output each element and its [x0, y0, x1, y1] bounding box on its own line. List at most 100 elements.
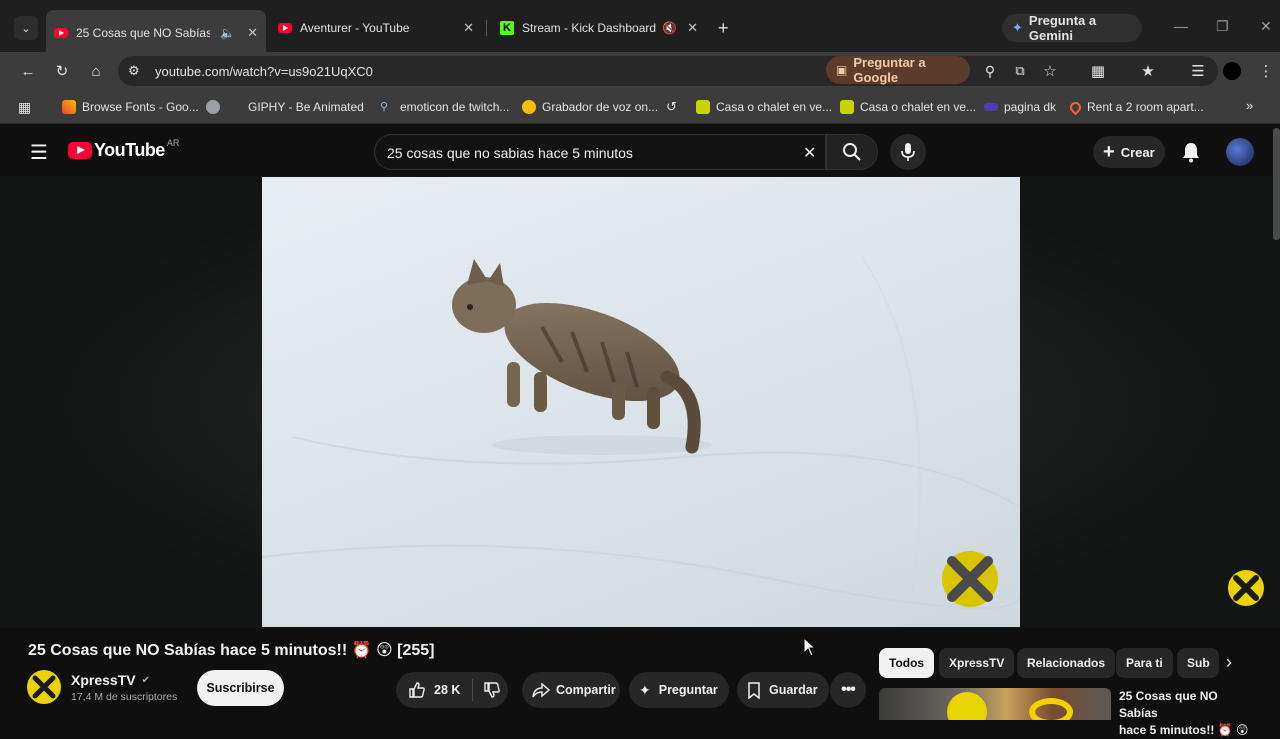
youtube-favicon-icon: [278, 23, 292, 33]
bookmark-item[interactable]: Browse Fonts - Goo...: [62, 100, 199, 114]
gemini-button[interactable]: ✦ Pregunta a Gemini: [1002, 13, 1142, 43]
voice-search-button[interactable]: [890, 134, 926, 170]
channel-name-row[interactable]: XpressTV ✔: [71, 672, 150, 688]
youtube-header: ☰ YouTube AR 25 cosas que no sabias hace…: [0, 128, 1280, 176]
save-button[interactable]: Guardar: [737, 672, 829, 708]
thumbs-down-icon: [484, 682, 501, 698]
dk-icon: [984, 103, 998, 111]
muted-speaker-icon[interactable]: 🔇: [662, 21, 677, 35]
tab-search-button[interactable]: ⌄: [14, 16, 38, 40]
bookmark-label: Rent a 2 room apart...: [1087, 100, 1204, 114]
ask-label: Preguntar: [658, 683, 718, 697]
chip-sub[interactable]: Sub: [1177, 648, 1219, 678]
menu-icon[interactable]: ⋮: [1256, 61, 1276, 81]
globe-icon: [206, 100, 220, 114]
more-actions-button[interactable]: •••: [830, 672, 866, 708]
tab-youtube-video[interactable]: 25 Cosas que NO Sabías ha 🔈 ✕: [46, 10, 266, 56]
close-tab-icon[interactable]: ✕: [687, 20, 698, 36]
clear-search-icon[interactable]: ✕: [803, 143, 816, 163]
channel-avatar[interactable]: [27, 670, 61, 704]
share-button[interactable]: Compartir: [522, 672, 620, 708]
apps-icon[interactable]: ▦: [18, 99, 31, 116]
bookmark-item[interactable]: ⚲ emoticon de twitch...: [380, 100, 509, 114]
kick-favicon-icon: K: [500, 21, 514, 35]
youtube-play-icon: [68, 142, 92, 159]
media-controls-icon[interactable]: ☰: [1188, 61, 1208, 81]
voice-recorder-icon: [522, 100, 536, 114]
install-app-icon[interactable]: ⧉: [1010, 61, 1030, 81]
browser-toolbar: ← ↻ ⌂ ⚙ youtube.com/watch?v=us9o21UqXC0 …: [0, 52, 1280, 90]
video-title: 25 Cosas que NO Sabías hace 5 minutos!! …: [28, 642, 435, 659]
video-player[interactable]: [262, 177, 1020, 627]
minimize-icon[interactable]: —: [1174, 18, 1188, 34]
new-tab-button[interactable]: +: [718, 18, 729, 39]
bookmark-item[interactable]: GIPHY - Be Animated: [206, 100, 364, 114]
channel-name: XpressTV: [71, 672, 136, 688]
bookmark-item[interactable]: Casa o chalet en ve...: [840, 100, 976, 114]
more-bookmarks-icon[interactable]: »: [1246, 98, 1253, 113]
youtube-favicon-icon: [54, 28, 68, 38]
create-button[interactable]: + Crear: [1093, 136, 1165, 168]
country-code: AR: [166, 137, 180, 148]
like-count: 28 K: [434, 683, 461, 697]
back-icon[interactable]: ←: [18, 61, 38, 81]
bookmark-icon: [748, 681, 760, 699]
like-button[interactable]: 28 K: [396, 672, 460, 708]
close-tab-icon[interactable]: ✕: [247, 25, 258, 41]
subscribe-button[interactable]: Suscribirse: [197, 670, 284, 706]
ask-google-button[interactable]: ▣ Preguntar a Google: [826, 55, 970, 85]
gemini-label: Pregunta a Gemini: [1028, 13, 1097, 43]
bookmark-item[interactable]: Casa o chalet en ve...: [696, 100, 832, 114]
like-dislike-group: 28 K: [396, 672, 508, 708]
speaker-icon[interactable]: 🔈: [220, 26, 235, 40]
bookmark-item[interactable]: Rent a 2 room apart...: [1067, 99, 1204, 115]
thumbs-up-icon: [409, 682, 425, 698]
hamburger-menu-icon[interactable]: ☰: [30, 140, 48, 165]
chevron-down-icon: ⌄: [21, 22, 31, 35]
chevron-right-icon[interactable]: ›: [1226, 652, 1232, 673]
idealista-icon: [840, 100, 854, 114]
chip-xpresstv[interactable]: XpressTV: [939, 648, 1015, 678]
bookmark-label: emoticon de twitch...: [400, 100, 510, 114]
search-button[interactable]: [826, 134, 878, 170]
tab-aventurer[interactable]: Aventurer - YouTube ✕: [270, 10, 482, 46]
notifications-bell-icon[interactable]: [1181, 141, 1201, 163]
reload-icon[interactable]: ↻: [52, 61, 72, 81]
related-video-title[interactable]: 25 Cosas que NO Sabías hace 5 minutos!! …: [1119, 688, 1259, 739]
search-icon: ⚲: [380, 101, 389, 113]
chip-para-ti[interactable]: Para ti: [1116, 648, 1173, 678]
fonts-icon: [62, 100, 76, 114]
profile-avatar[interactable]: [1223, 62, 1241, 80]
channel-watermark-icon[interactable]: [1227, 569, 1265, 607]
home-icon[interactable]: ⌂: [86, 61, 106, 81]
account-avatar[interactable]: [1226, 138, 1254, 166]
bookmarks-icon[interactable]: ★: [1138, 61, 1158, 81]
lens-icon: ▣: [836, 63, 848, 77]
close-window-icon[interactable]: ✕: [1260, 18, 1272, 35]
chip-relacionados[interactable]: Relacionados: [1017, 648, 1116, 678]
related-video-thumbnail[interactable]: [879, 688, 1111, 720]
microphone-icon: [901, 143, 915, 161]
ask-button[interactable]: ✦ Preguntar: [629, 672, 729, 708]
close-tab-icon[interactable]: ✕: [463, 20, 474, 36]
bookmark-label: Casa o chalet en ve...: [860, 100, 977, 114]
search-input[interactable]: 25 cosas que no sabias hace 5 minutos ✕: [374, 134, 826, 170]
bookmark-star-icon[interactable]: ☆: [1040, 61, 1060, 81]
more-horizontal-icon: •••: [841, 681, 856, 698]
restore-icon[interactable]: ❐: [1216, 18, 1229, 35]
bookmark-item[interactable]: pagina dk: [984, 100, 1056, 114]
dislike-button[interactable]: [473, 672, 501, 708]
bookmark-item[interactable]: Grabador de voz on...: [522, 100, 658, 114]
history-icon[interactable]: ↺: [666, 99, 677, 115]
zoom-icon[interactable]: ⚲: [980, 61, 1000, 81]
bookmark-label: Grabador de voz on...: [542, 100, 659, 114]
share-label: Compartir: [556, 683, 616, 697]
youtube-logo[interactable]: YouTube AR: [68, 137, 180, 161]
extensions-icon[interactable]: ▦: [1088, 61, 1108, 81]
tab-kick-dashboard[interactable]: K Stream - Kick Dashboard 🔇 ✕: [492, 10, 706, 46]
search-icon: [843, 143, 861, 161]
chip-todos[interactable]: Todos: [879, 648, 935, 678]
page-scrollbar[interactable]: [1273, 128, 1280, 240]
save-label: Guardar: [769, 683, 818, 697]
site-info-icon[interactable]: ⚙: [128, 63, 140, 79]
